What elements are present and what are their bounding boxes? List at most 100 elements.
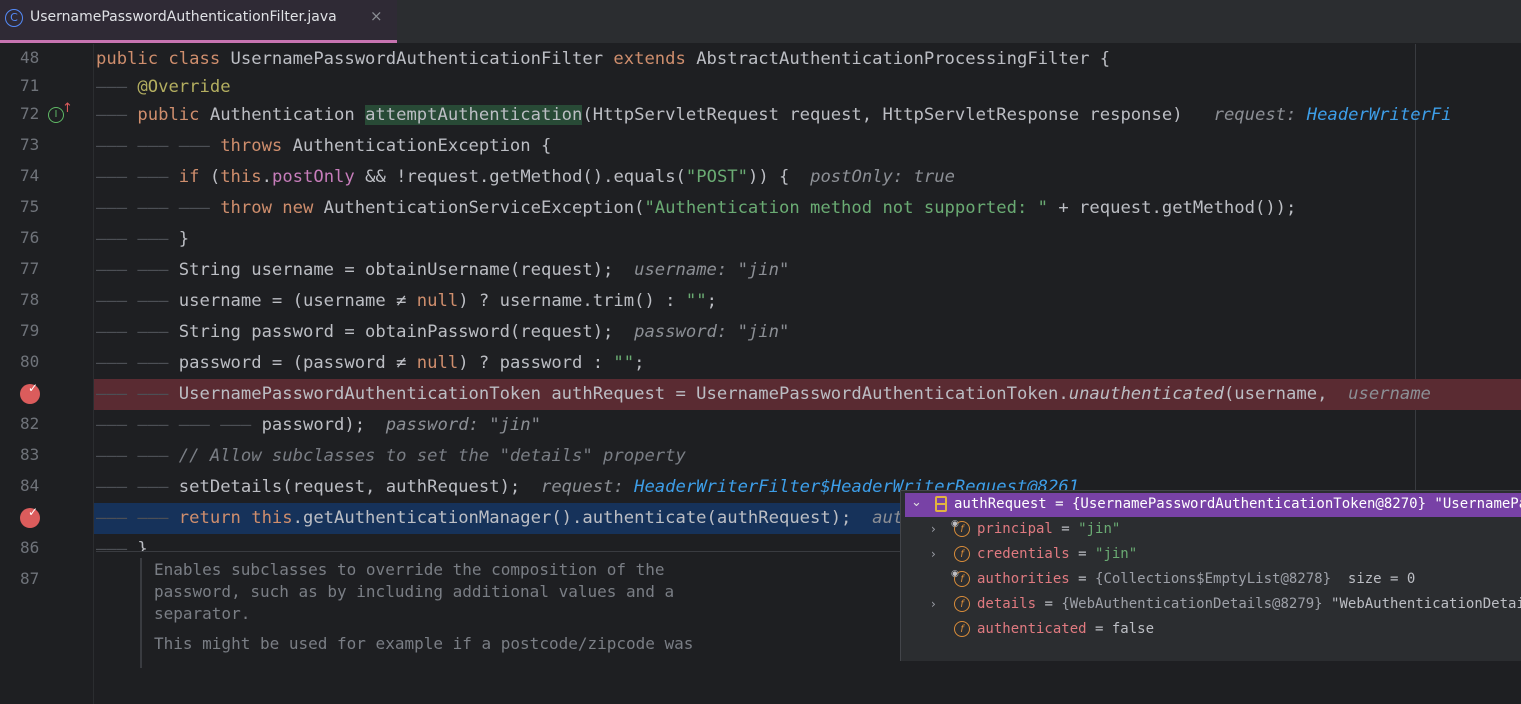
debug-value-popup[interactable]: ⌄ authRequest = {UsernamePasswordAuthent… [900, 490, 1521, 661]
code-line[interactable]: ——— ——— // Allow subclasses to set the "… [96, 441, 1521, 472]
breakpoint-icon[interactable]: ✓ [20, 505, 40, 528]
gutter-line[interactable]: 76 [0, 224, 94, 255]
code-token: )) { [748, 167, 811, 187]
gutter-line[interactable]: 72 I ↑ [0, 100, 94, 131]
equals-sign: = [1052, 521, 1079, 537]
code-token: return this [178, 508, 293, 528]
code-token: password = (password ≠ [178, 353, 417, 373]
indent-guide: ——— ——— [96, 353, 179, 373]
code-line[interactable]: public class UsernamePasswordAuthenticat… [96, 44, 1521, 75]
gutter-line[interactable]: 87 [0, 565, 94, 596]
code-line[interactable]: ——— ——— ——— throw new AuthenticationServ… [96, 193, 1521, 224]
field-value: {WebAuthenticationDetails@8279} [1061, 596, 1323, 612]
breakpoint-icon[interactable]: ✓ [20, 381, 40, 404]
equals-sign: = [1036, 596, 1062, 612]
field-name: credentials [977, 546, 1070, 562]
gutter-line[interactable]: 74 [0, 162, 94, 193]
code-line[interactable]: ——— public Authentication attemptAuthent… [96, 100, 1521, 131]
code-token: UsernamePasswordAuthenticationToken auth… [178, 384, 1069, 404]
code-token: null [416, 291, 459, 311]
code-token: .getAuthenticationManager().authenticate… [292, 508, 873, 528]
debug-popup-header[interactable]: ⌄ authRequest = {UsernamePasswordAuthent… [905, 493, 1521, 517]
equals-sign: = [1069, 571, 1096, 587]
code-line[interactable]: ——— @Override [96, 72, 1521, 103]
code-token: public [137, 105, 210, 125]
code-line[interactable]: ——— ——— ——— ——— password); password: "ji… [96, 410, 1521, 441]
doc-line: separator. [154, 604, 251, 623]
code-token: ) ? password : [458, 353, 614, 373]
code-token: public class [96, 49, 231, 69]
debug-field-row[interactable]: f ◉ authorities = {Collections$EmptyList@8… [905, 568, 1521, 593]
indent-guide: ——— ——— [96, 384, 179, 404]
chevron-right-icon[interactable]: › [931, 547, 936, 561]
indent-guide: ——— ——— [96, 446, 179, 466]
gutter-line[interactable]: 86 [0, 534, 94, 565]
indent-guide: ——— ——— [96, 229, 179, 249]
indent-guide: ——— ——— ——— [96, 198, 221, 218]
gutter-line[interactable]: 83 [0, 441, 94, 472]
debug-root-value: authRequest = {UsernamePasswordAuthentic… [954, 496, 1521, 512]
code-line[interactable]: ——— ——— if (this.postOnly && !request.ge… [96, 162, 1521, 193]
chevron-down-icon[interactable]: ⌄ [911, 495, 922, 510]
close-icon[interactable]: × [370, 7, 383, 25]
indent-guide: ——— ——— [96, 260, 179, 280]
code-token: AuthenticationServiceException( [323, 198, 645, 218]
code-token: AbstractAuthenticationProcessingFilter { [696, 49, 1111, 69]
code-token: AuthenticationException { [292, 136, 552, 156]
code-token: // Allow subclasses to set the "details"… [178, 446, 686, 466]
line-number: 77 [20, 259, 40, 278]
chevron-right-icon[interactable]: › [931, 597, 936, 611]
equals-sign: = [1086, 621, 1112, 637]
gutter-line[interactable]: 78 [0, 286, 94, 317]
gutter-line[interactable]: 82 [0, 410, 94, 441]
field-name: authenticated [977, 621, 1087, 637]
tab-usernamepasswordauthenticationfilter[interactable]: C UsernamePasswordAuthenticationFilter.j… [0, 0, 397, 43]
code-token: username = (username ≠ [178, 291, 417, 311]
code-token: Authentication [209, 105, 366, 125]
inline-debug-hint: request: [540, 477, 635, 497]
gutter-line[interactable]: 79 [0, 317, 94, 348]
gutter-line[interactable]: 71 [0, 72, 94, 103]
code-line[interactable]: ——— ——— String username = obtainUsername… [96, 255, 1521, 286]
debug-field-row[interactable]: f authenticated = false [905, 618, 1521, 643]
code-line[interactable]: ——— ——— username = (username ≠ null) ? u… [96, 286, 1521, 317]
chevron-right-icon[interactable]: › [931, 522, 936, 536]
doc-line: Enables subclasses to override the compo… [154, 560, 665, 579]
gutter-line[interactable]: 73 [0, 131, 94, 162]
code-token: String password = obtainPassword(request… [178, 322, 635, 342]
debug-field-row[interactable]: › f credentials = "jin" [905, 543, 1521, 568]
line-number: 79 [20, 321, 40, 340]
indent-guide: ——— ——— [96, 477, 179, 497]
code-token: postOnly [271, 167, 355, 187]
editor-tab-bar: C UsernamePasswordAuthenticationFilter.j… [0, 0, 1521, 44]
code-line[interactable]: ——— ——— } [96, 224, 1521, 255]
code-token: null [416, 353, 459, 373]
inline-debug-hint: postOnly: true [810, 167, 955, 187]
field-value: {Collections$EmptyList@8278} [1095, 571, 1332, 587]
code-line[interactable]: ——— ——— password = (password ≠ null) ? p… [96, 348, 1521, 379]
code-token: attemptAuthentication [365, 105, 583, 125]
line-number: 76 [20, 228, 40, 247]
code-line[interactable]: ——— ——— ——— throws AuthenticationExcepti… [96, 131, 1521, 162]
debug-field-row[interactable]: › f details = {WebAuthenticationDetails@82… [905, 593, 1521, 618]
code-line[interactable]: ——— ——— String password = obtainPassword… [96, 317, 1521, 348]
line-number: 86 [20, 538, 40, 557]
code-token: password); [261, 415, 386, 435]
override-arrow-icon[interactable]: ↑ [62, 101, 73, 116]
code-token: UsernamePasswordAuthenticationFilter [230, 49, 614, 69]
code-token: ; [634, 353, 645, 373]
equals-sign: = [1069, 546, 1096, 562]
line-number: 71 [20, 76, 40, 95]
gutter-line[interactable]: 48 [0, 44, 94, 75]
gutter-line[interactable]: 75 [0, 193, 94, 224]
field-extra: size = 0 [1331, 571, 1416, 587]
debug-field-row[interactable]: › f ◉ principal = "jin" [905, 518, 1521, 543]
gutter-line[interactable]: ✓ [0, 379, 94, 410]
gutter-line[interactable]: 77 [0, 255, 94, 286]
object-icon [935, 496, 947, 512]
line-number: 80 [20, 352, 40, 371]
breakpoint-line[interactable]: ——— ——— UsernamePasswordAuthenticationTo… [94, 379, 1521, 410]
gutter-line[interactable]: ✓ [0, 503, 94, 534]
gutter-line[interactable]: 80 [0, 348, 94, 379]
gutter-line[interactable]: 84 [0, 472, 94, 503]
